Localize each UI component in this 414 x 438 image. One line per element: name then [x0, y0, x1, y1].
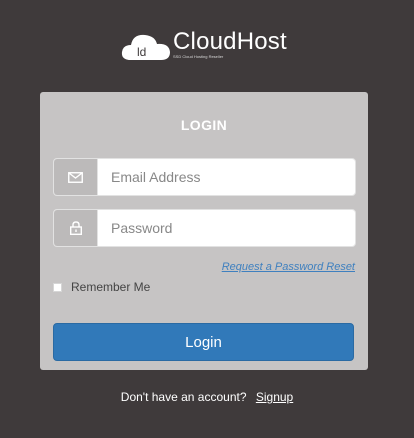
password-input[interactable] [98, 210, 352, 246]
signup-link[interactable]: Signup [256, 390, 293, 404]
cloudhost-logo: ld CloudHost SSD Cloud Hosting Reseller [121, 28, 301, 64]
envelope-icon [68, 171, 83, 183]
email-field-group [53, 158, 356, 196]
password-addon [54, 210, 98, 246]
remember-checkbox[interactable] [53, 282, 62, 292]
password-field-group [53, 209, 356, 247]
login-title: LOGIN [180, 117, 228, 133]
signup-prompt: Don't have an account? [120, 390, 247, 404]
lock-icon [69, 221, 82, 235]
email-addon [54, 159, 98, 195]
brand-name: CloudHost [173, 28, 287, 55]
password-reset-link[interactable]: Request a Password Reset [222, 261, 355, 273]
signup-footer: Don't have an account? Signup [0, 390, 414, 404]
logo-mark-text: ld [137, 45, 146, 59]
cloud-icon: ld [121, 34, 170, 60]
login-button[interactable]: Login [53, 323, 354, 361]
remember-me[interactable]: Remember Me [53, 280, 150, 294]
remember-label: Remember Me [71, 280, 151, 294]
brand-tagline: SSD Cloud Hosting Reseller [173, 54, 224, 59]
login-panel: LOGIN Request a Password Reset Remember … [40, 92, 368, 370]
email-input[interactable] [98, 159, 352, 195]
